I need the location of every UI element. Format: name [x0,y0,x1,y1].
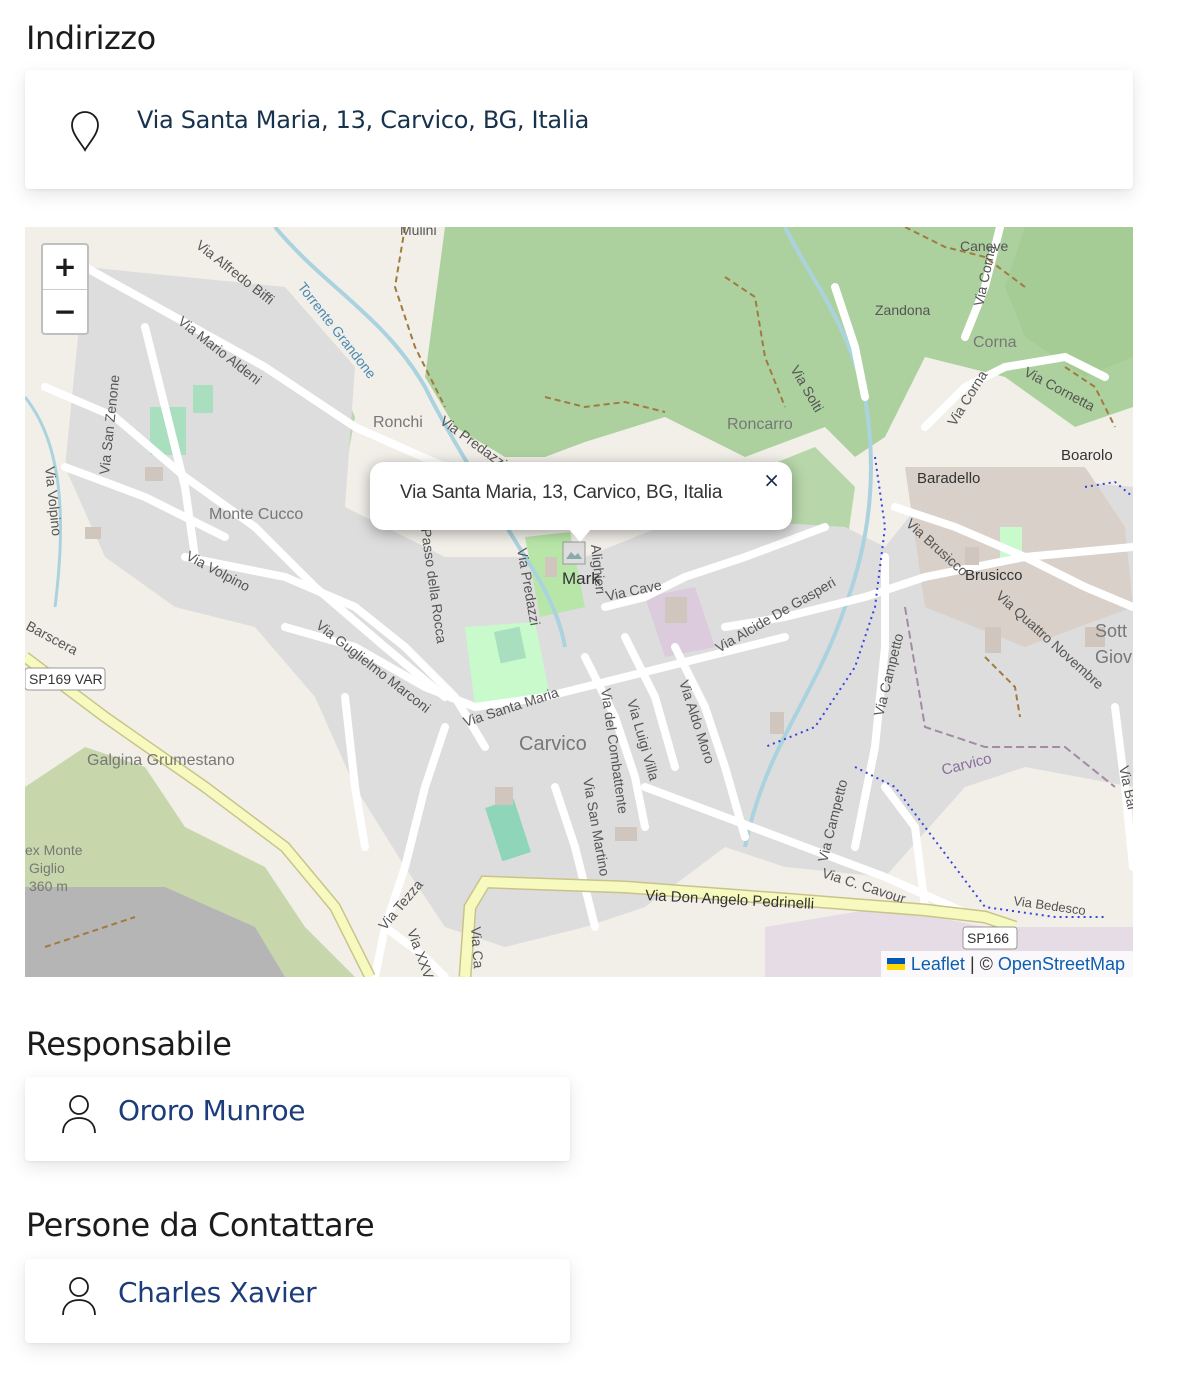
map-label-galgina: Galgina Grumestano [87,752,235,769]
popup-tip [568,528,592,542]
user-icon [62,1095,96,1134]
map-attribution: Leaflet | © OpenStreetMap [880,951,1133,977]
map-marker[interactable]: Mark [562,541,612,591]
map-tiles[interactable]: Mulini Via Alfredo Biffi Torrente Grando… [25,227,1133,977]
map-label-giglio: Giglio [29,860,65,876]
map-label-quota: 360 m [29,878,68,894]
map-label-boarolo: Boarolo [1061,447,1113,464]
svg-text:SP166: SP166 [967,930,1009,946]
road-shield-sp166: SP166 [962,926,1018,950]
responsabile-card: Ororo Munroe [25,1077,570,1161]
responsabile-link[interactable]: Ororo Munroe [118,1091,306,1131]
map-label-giov: Giov [1095,647,1132,667]
address-heading: Indirizzo [26,19,156,57]
map-label-mulini: Mulini [400,227,437,238]
address-text: Via Santa Maria, 13, Carvico, BG, Italia [137,106,589,134]
openstreetmap-link[interactable]: OpenStreetMap [998,954,1125,974]
ukraine-flag-icon [886,958,905,971]
zoom-in-button[interactable]: + [43,245,87,290]
zoom-out-button[interactable]: − [43,290,87,333]
road-shield-sp169: SP169 VAR [25,667,106,691]
map-label-corna: Corna [973,334,1017,351]
responsabile-heading: Responsabile [26,1025,232,1063]
svg-text:SP169 VAR: SP169 VAR [29,671,103,687]
map-label-baradello: Baradello [917,470,980,487]
map-popup: Via Santa Maria, 13, Carvico, BG, Italia… [370,462,792,542]
map-label-brusicco: Brusicco [965,567,1023,584]
address-card: Via Santa Maria, 13, Carvico, BG, Italia [25,70,1133,189]
map[interactable]: Mulini Via Alfredo Biffi Torrente Grando… [25,227,1133,977]
map-label-monte-cucco: Monte Cucco [209,506,303,523]
map-label-ex-monte: ex Monte [25,842,83,858]
broken-image-icon [562,541,586,565]
map-label-ronchi: Ronchi [373,414,423,431]
map-label-via-ca: Via Ca [468,926,487,969]
map-label-carvico: Carvico [519,733,587,755]
map-pin-icon [71,111,99,152]
popup-address: Via Santa Maria, 13, Carvico, BG, Italia [400,482,723,503]
map-label-sotto-il-monte: Sott [1095,621,1127,641]
map-label-zandona: Zandona [875,302,930,318]
contatti-heading: Persone da Contattare [26,1206,375,1244]
zoom-control: + − [41,243,89,335]
popup-close-button[interactable]: × [763,468,780,492]
user-icon [62,1277,96,1316]
marker-alt-text: Mark [562,569,600,588]
contatti-card: Charles Xavier [25,1259,570,1343]
map-label-roncarro: Roncarro [727,416,793,433]
contatto-link[interactable]: Charles Xavier [118,1273,317,1313]
leaflet-link[interactable]: Leaflet [911,954,965,974]
attribution-separator: | © [969,954,993,974]
